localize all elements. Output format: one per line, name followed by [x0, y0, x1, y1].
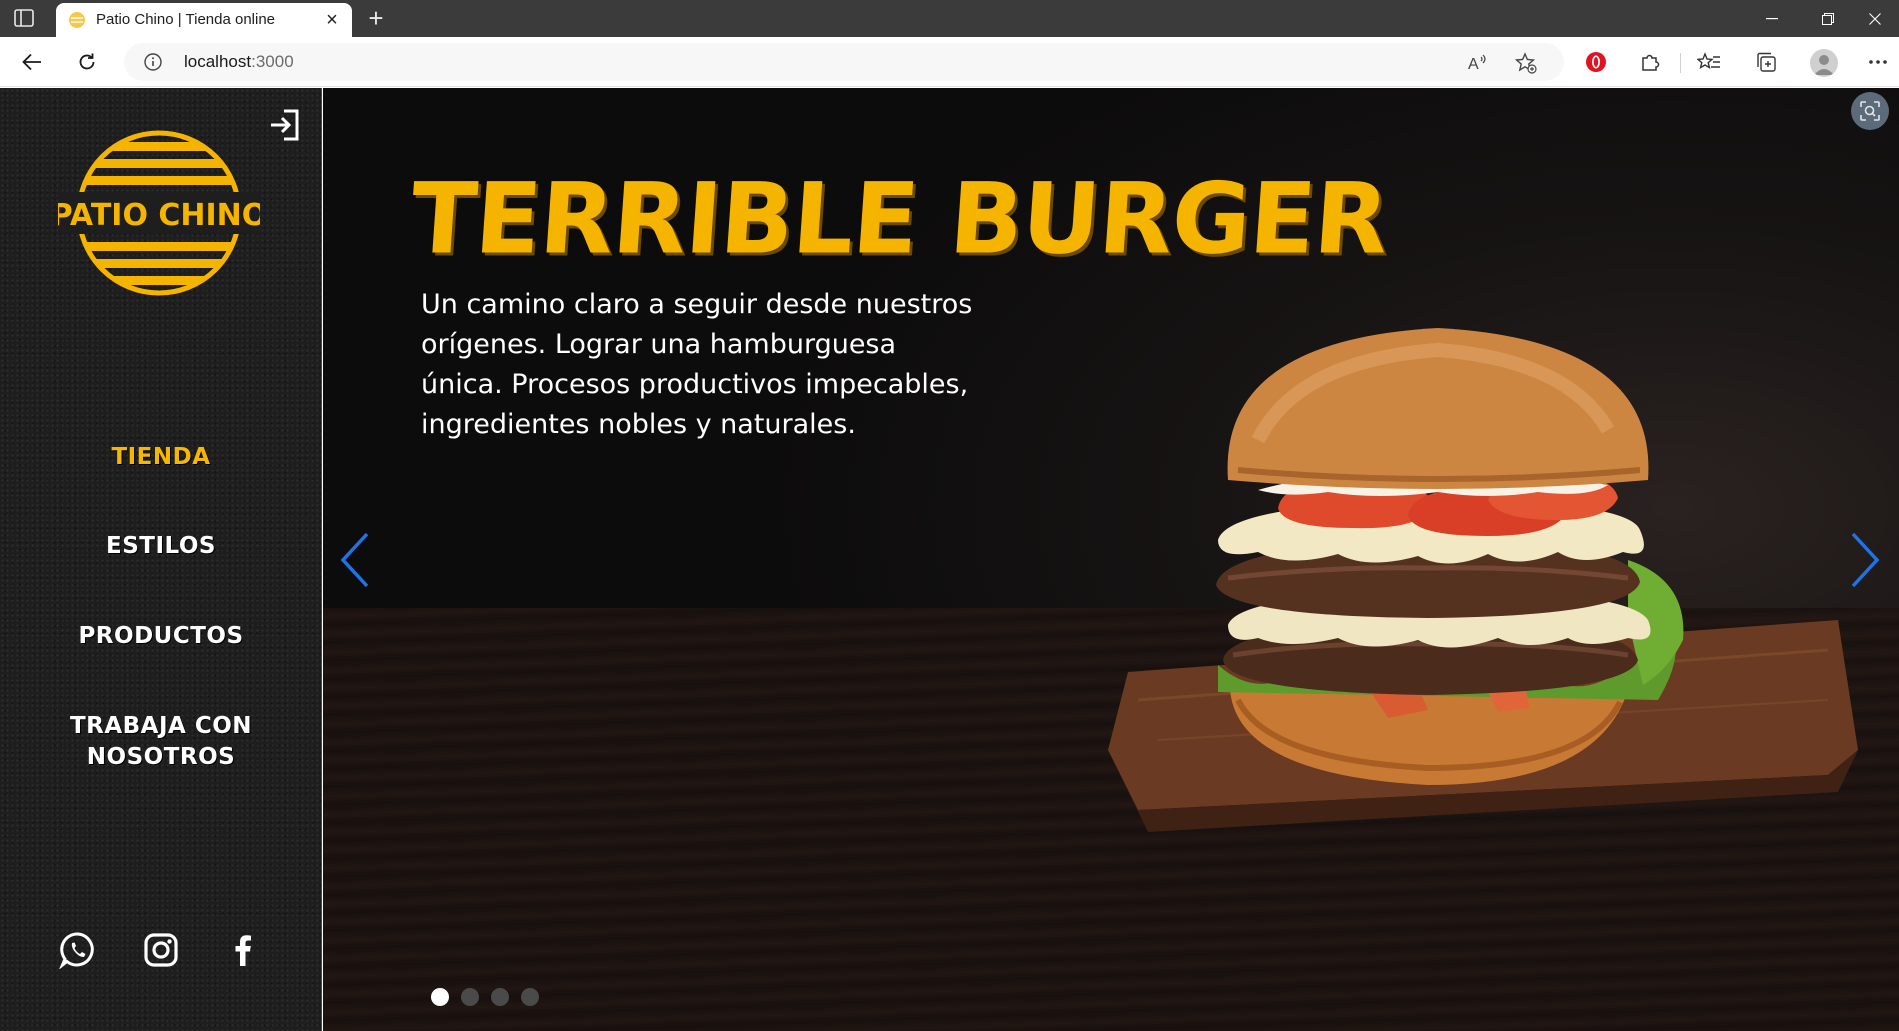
- visual-search-icon[interactable]: [1851, 92, 1889, 130]
- facebook-icon[interactable]: [224, 931, 262, 969]
- toolbar-divider: [1680, 53, 1681, 73]
- extensions-puzzle-icon[interactable]: [1637, 49, 1663, 75]
- instagram-icon[interactable]: [142, 931, 180, 969]
- page-content: PATIO CHINO TIENDA ESTILOS PRODUCTOS TRA…: [0, 88, 1899, 1031]
- nav-trabaja-line1: TRABAJA CON: [69, 713, 253, 739]
- site-info-icon[interactable]: [144, 53, 162, 71]
- browser-tab[interactable]: Patio Chino | Tienda online ×: [56, 3, 352, 37]
- nav-productos[interactable]: PRODUCTOS: [0, 621, 322, 652]
- nav-trabaja-line2: NOSOTROS: [86, 744, 236, 770]
- hero-description: Un camino claro a seguir desde nuestros …: [421, 289, 973, 440]
- url-field[interactable]: localhost:3000 A: [124, 43, 1564, 81]
- carousel-dot[interactable]: [491, 988, 509, 1006]
- burger-image: [1108, 328, 1858, 832]
- hero-title: TERRIBLE BURGER: [407, 161, 1392, 277]
- browser-tab-bar: Patio Chino | Tienda online × +: [0, 0, 1899, 37]
- hero-carousel: TERRIBLE BURGER Un camino claro a seguir…: [323, 88, 1899, 1031]
- svg-text:A: A: [1468, 56, 1479, 72]
- carousel-dot[interactable]: [431, 988, 449, 1006]
- favorites-icon[interactable]: [1696, 49, 1722, 75]
- nav-estilos[interactable]: ESTILOS: [0, 531, 322, 562]
- carousel-dot[interactable]: [521, 988, 539, 1006]
- refresh-icon[interactable]: [73, 48, 101, 76]
- carousel-indicators: [431, 988, 539, 1006]
- carousel-prev-arrow-icon[interactable]: [335, 528, 375, 592]
- back-arrow-icon[interactable]: [18, 48, 46, 76]
- logo-text: PATIO CHINO: [58, 198, 260, 233]
- carousel-next-arrow-icon[interactable]: [1845, 528, 1885, 592]
- tab-close-icon[interactable]: ×: [322, 10, 342, 30]
- whatsapp-icon[interactable]: [58, 931, 97, 970]
- new-tab-button[interactable]: +: [362, 5, 390, 33]
- url-host: localhost: [184, 52, 252, 71]
- minimize-icon[interactable]: [1744, 0, 1800, 37]
- patio-chino-logo[interactable]: PATIO CHINO: [51, 128, 267, 298]
- profile-avatar-icon[interactable]: [1810, 49, 1838, 77]
- opera-extension-icon[interactable]: [1583, 49, 1609, 75]
- url-text: localhost:3000: [184, 52, 294, 72]
- url-port: :3000: [251, 52, 294, 71]
- sidebar: PATIO CHINO TIENDA ESTILOS PRODUCTOS TRA…: [0, 88, 322, 1031]
- carousel-dot[interactable]: [461, 988, 479, 1006]
- add-favorite-icon[interactable]: [1514, 51, 1538, 75]
- nav-tienda[interactable]: TIENDA: [0, 442, 322, 473]
- tab-title: Patio Chino | Tienda online: [96, 11, 276, 28]
- nav-trabaja-con-nosotros[interactable]: TRABAJA CON NOSOTROS: [0, 711, 322, 773]
- collections-icon[interactable]: [1753, 49, 1779, 75]
- more-menu-icon[interactable]: [1865, 49, 1891, 75]
- tab-actions-icon[interactable]: [14, 9, 34, 27]
- restore-icon[interactable]: [1800, 0, 1856, 37]
- burger-favicon-icon: [68, 11, 86, 29]
- read-aloud-icon[interactable]: A: [1466, 51, 1490, 75]
- address-bar: localhost:3000 A: [0, 37, 1899, 87]
- close-window-icon[interactable]: [1850, 0, 1899, 37]
- login-icon[interactable]: [268, 108, 302, 142]
